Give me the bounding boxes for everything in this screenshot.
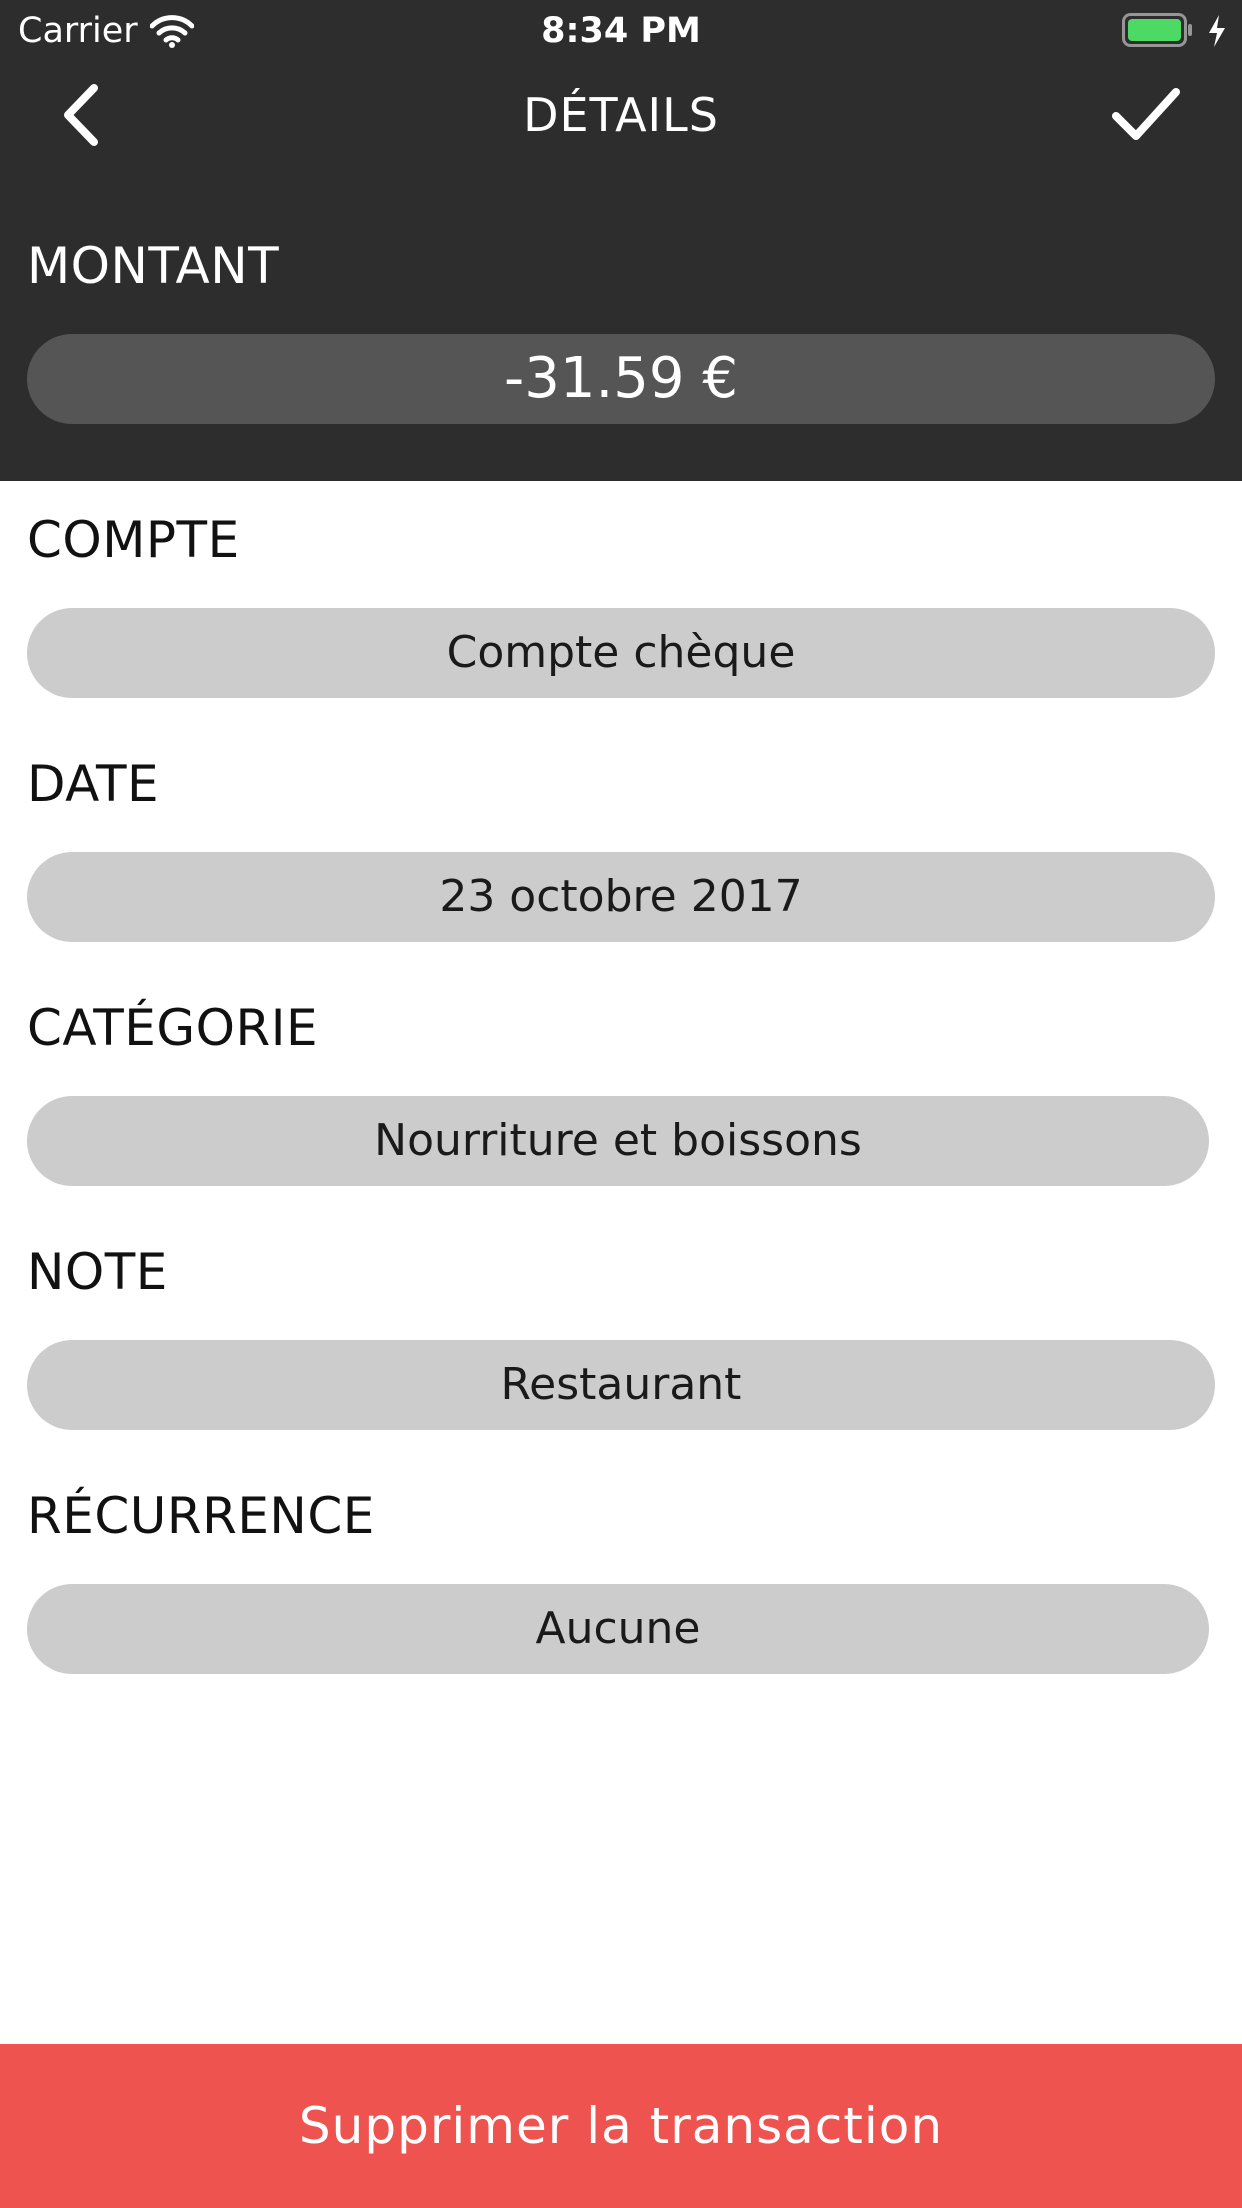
charging-bolt-icon — [1206, 14, 1228, 52]
status-bar: Carrier 8:34 PM — [0, 0, 1242, 60]
checkmark-icon — [1112, 88, 1180, 140]
amount-field[interactable]: -31.59 € — [27, 334, 1215, 424]
date-field[interactable]: 23 octobre 2017 — [27, 852, 1215, 942]
amount-label: MONTANT — [27, 237, 280, 295]
recurrence-field[interactable]: Aucune — [27, 1584, 1209, 1674]
delete-transaction-button[interactable]: Supprimer la transaction — [0, 2044, 1242, 2208]
account-label: COMPTE — [27, 511, 240, 569]
date-label: DATE — [27, 755, 160, 813]
note-field[interactable]: Restaurant — [27, 1340, 1215, 1430]
category-field[interactable]: Nourriture et boissons — [27, 1096, 1209, 1186]
status-time: 8:34 PM — [541, 11, 701, 51]
confirm-button[interactable] — [1108, 78, 1184, 152]
recurrence-label: RÉCURRENCE — [27, 1487, 375, 1545]
account-field[interactable]: Compte chèque — [27, 608, 1215, 698]
battery-icon — [1122, 13, 1194, 51]
category-label: CATÉGORIE — [27, 999, 319, 1057]
note-label: NOTE — [27, 1243, 168, 1301]
page-title: DÉTAILS — [523, 88, 719, 142]
header: Carrier 8:34 PM DÉTAILS MONTANT -31.59 € — [0, 0, 1242, 481]
